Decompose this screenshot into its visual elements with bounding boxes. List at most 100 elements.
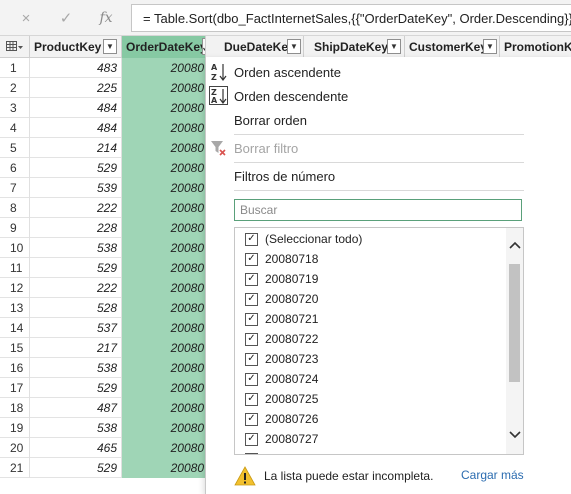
- productkey-cell[interactable]: 529: [30, 458, 122, 478]
- productkey-cell[interactable]: 214: [30, 138, 122, 158]
- chevron-down-icon[interactable]: ▼: [103, 39, 117, 54]
- chevron-down-icon[interactable]: [508, 428, 521, 442]
- orderdatekey-cell[interactable]: 20080: [122, 318, 206, 338]
- chevron-down-icon[interactable]: ▼: [483, 39, 497, 54]
- column-header-duedatekey[interactable]: DueDateKey ▼: [206, 36, 304, 58]
- orderdatekey-cell[interactable]: 20080: [122, 198, 206, 218]
- value-checkbox-item[interactable]: ✓ 20080722: [245, 329, 318, 349]
- chevron-up-icon[interactable]: [508, 238, 521, 252]
- productkey-cell[interactable]: 538: [30, 418, 122, 438]
- sort-ascending-item[interactable]: A Z Orden ascendente: [206, 61, 536, 83]
- productkey-cell[interactable]: 538: [30, 238, 122, 258]
- checkbox-checked-icon[interactable]: ✓: [245, 432, 258, 446]
- orderdatekey-cell[interactable]: 20080: [122, 438, 206, 458]
- productkey-cell[interactable]: 483: [30, 58, 122, 78]
- orderdatekey-cell[interactable]: 20080: [122, 118, 206, 138]
- checkbox-checked-icon[interactable]: ✓: [245, 252, 258, 266]
- productkey-cell[interactable]: 222: [30, 198, 122, 218]
- row-number: 1: [0, 58, 30, 78]
- productkey-cell[interactable]: 529: [30, 158, 122, 178]
- confirm-icon[interactable]: ✓: [46, 4, 86, 32]
- column-header-promotionkey[interactable]: PromotionKey: [500, 36, 571, 58]
- scrollbar-thumb[interactable]: [509, 264, 520, 382]
- sort-descending-item[interactable]: Z A Orden descendente: [206, 85, 536, 107]
- orderdatekey-cell[interactable]: 20080: [122, 258, 206, 278]
- productkey-cell[interactable]: 537: [30, 318, 122, 338]
- checkbox-checked-icon[interactable]: ✓: [245, 372, 258, 386]
- checkbox-checked-icon[interactable]: ✓: [245, 412, 258, 426]
- value-checkbox-item[interactable]: ✓ 20080725: [245, 389, 318, 409]
- search-box[interactable]: [234, 199, 522, 221]
- value-checkbox-item[interactable]: ✓ 20080720: [245, 289, 318, 309]
- column-header-customerkey[interactable]: CustomerKey ▼: [405, 36, 500, 58]
- productkey-cell[interactable]: 538: [30, 358, 122, 378]
- orderdatekey-cell[interactable]: 20080: [122, 418, 206, 438]
- orderdatekey-cell[interactable]: 20080: [122, 458, 206, 478]
- column-header-orderdatekey[interactable]: OrderDateKey: [122, 36, 206, 58]
- productkey-cell[interactable]: 217: [30, 338, 122, 358]
- orderdatekey-cell[interactable]: 20080: [122, 238, 206, 258]
- chevron-down-icon[interactable]: ▼: [387, 39, 401, 54]
- column-header-shipdatekey[interactable]: ShipDateKey ▼: [304, 36, 405, 58]
- checkbox-checked-icon[interactable]: ✓: [245, 352, 258, 366]
- fx-icon[interactable]: fx: [86, 4, 126, 32]
- checkbox-checked-icon[interactable]: ✓: [245, 332, 258, 346]
- orderdatekey-cell[interactable]: 20080: [122, 398, 206, 418]
- checkbox-checked-icon[interactable]: ✓: [245, 392, 258, 406]
- orderdatekey-cell[interactable]: 20080: [122, 58, 206, 78]
- chevron-down-icon[interactable]: ▼: [287, 39, 301, 54]
- checkbox-checked-icon[interactable]: ✓: [245, 452, 258, 454]
- value-checkbox-item[interactable]: ✓ 20080718: [245, 249, 318, 269]
- sort-descending-icon: Z A: [208, 85, 230, 107]
- checkbox-checked-icon[interactable]: ✓: [245, 272, 258, 286]
- clear-sort-item[interactable]: Borrar orden: [206, 109, 536, 131]
- orderdatekey-cell[interactable]: 20080: [122, 78, 206, 98]
- orderdatekey-cell[interactable]: 20080: [122, 358, 206, 378]
- productkey-cell[interactable]: 529: [30, 258, 122, 278]
- select-all-item[interactable]: ✓ (Seleccionar todo): [245, 229, 362, 249]
- value-checkbox-item[interactable]: ✓ 20080726: [245, 409, 318, 429]
- orderdatekey-cell[interactable]: 20080: [122, 278, 206, 298]
- svg-text:Z: Z: [211, 73, 217, 82]
- productkey-cell[interactable]: 487: [30, 398, 122, 418]
- orderdatekey-cell[interactable]: 20080: [122, 158, 206, 178]
- column-header-productkey[interactable]: ProductKey ▼: [30, 36, 122, 58]
- value-checkbox-item[interactable]: ✓ 20080728: [245, 449, 318, 454]
- productkey-cell[interactable]: 225: [30, 78, 122, 98]
- productkey-cell[interactable]: 539: [30, 178, 122, 198]
- orderdatekey-cell[interactable]: 20080: [122, 138, 206, 158]
- search-input[interactable]: [240, 203, 510, 217]
- menu-divider: [234, 162, 524, 163]
- number-filters-item[interactable]: Filtros de número: [206, 165, 536, 187]
- productkey-cell[interactable]: 228: [30, 218, 122, 238]
- orderdatekey-cell[interactable]: 20080: [122, 298, 206, 318]
- productkey-cell[interactable]: 528: [30, 298, 122, 318]
- value-checkbox-item[interactable]: ✓ 20080721: [245, 309, 318, 329]
- orderdatekey-cell[interactable]: 20080: [122, 98, 206, 118]
- value-checkbox-item[interactable]: ✓ 20080727: [245, 429, 318, 449]
- productkey-cell[interactable]: 484: [30, 118, 122, 138]
- load-more-link[interactable]: Cargar más: [461, 468, 524, 482]
- productkey-cell[interactable]: 484: [30, 98, 122, 118]
- orderdatekey-cell[interactable]: 20080: [122, 218, 206, 238]
- table-menu-icon[interactable]: [0, 36, 30, 58]
- checkbox-checked-icon[interactable]: ✓: [245, 292, 258, 306]
- scrollbar[interactable]: [506, 228, 523, 454]
- productkey-cell[interactable]: 529: [30, 378, 122, 398]
- checkbox-checked-icon[interactable]: ✓: [245, 232, 258, 246]
- formula-input[interactable]: = Table.Sort(dbo_FactInternetSales,{{"Or…: [131, 4, 571, 32]
- value-label: 20080728: [265, 452, 318, 454]
- productkey-cell[interactable]: 465: [30, 438, 122, 458]
- value-checkbox-item[interactable]: ✓ 20080724: [245, 369, 318, 389]
- orderdatekey-cell[interactable]: 20080: [122, 178, 206, 198]
- orderdatekey-cell[interactable]: 20080: [122, 378, 206, 398]
- row-number: 17: [0, 378, 30, 398]
- checkbox-checked-icon[interactable]: ✓: [245, 312, 258, 326]
- warning-text: La lista puede estar incompleta.: [264, 469, 434, 483]
- productkey-cell[interactable]: 222: [30, 278, 122, 298]
- row-number: 15: [0, 338, 30, 358]
- orderdatekey-cell[interactable]: 20080: [122, 338, 206, 358]
- value-checkbox-item[interactable]: ✓ 20080719: [245, 269, 318, 289]
- value-checkbox-item[interactable]: ✓ 20080723: [245, 349, 318, 369]
- cancel-icon[interactable]: ×: [6, 4, 46, 32]
